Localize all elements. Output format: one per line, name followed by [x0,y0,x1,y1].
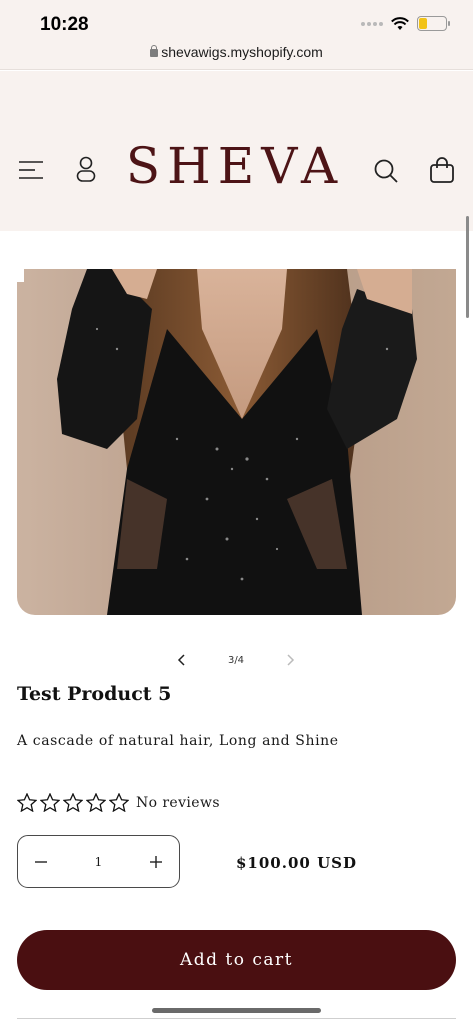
cart-icon [430,157,454,183]
product-title: Test Product 5 [17,683,172,705]
status-bar: 10:28 shevawigs.myshopify.com [0,0,473,70]
wifi-icon [391,16,409,30]
search-button[interactable] [372,157,400,185]
site-header: SHEVA [0,71,473,231]
star-icon [40,793,60,812]
plus-icon[interactable] [149,855,163,869]
product-description: A cascade of natural hair, Long and Shin… [17,733,339,749]
chevron-left-icon[interactable] [176,653,188,667]
reviews-label: No reviews [136,794,220,811]
product-photo [57,269,417,615]
gallery-navigation: 3/4 [176,648,296,672]
star-icon [109,793,129,812]
add-to-cart-button[interactable]: Add to cart [17,930,456,990]
signal-icon [361,21,383,26]
star-icon [63,793,83,812]
quantity-value[interactable]: 1 [95,855,103,869]
gallery-counter: 3/4 [227,654,245,666]
quantity-stepper[interactable]: 1 [17,835,180,888]
product-price: $100.00 USD [236,854,357,872]
lock-icon [150,45,159,57]
menu-button[interactable] [18,159,44,181]
home-indicator[interactable] [152,1008,321,1013]
star-icon [17,793,37,812]
status-time: 10:28 [40,14,89,35]
cart-button[interactable] [428,155,456,185]
url-bar[interactable]: shevawigs.myshopify.com [0,44,473,60]
product-rating[interactable]: No reviews [17,793,220,812]
account-button[interactable] [74,155,98,183]
url-text: shevawigs.myshopify.com [161,44,323,60]
menu-icon [19,161,43,179]
site-logo[interactable]: SHEVA [120,137,350,195]
account-icon [76,156,96,182]
search-icon [374,159,398,183]
divider [17,1018,456,1019]
image-curve [0,232,24,282]
battery-icon [417,16,450,31]
product-image[interactable] [17,269,456,615]
minus-icon[interactable] [34,855,48,869]
status-icons [361,16,450,31]
star-icon [86,793,106,812]
chevron-right-icon[interactable] [284,653,296,667]
scrollbar[interactable] [466,216,469,318]
